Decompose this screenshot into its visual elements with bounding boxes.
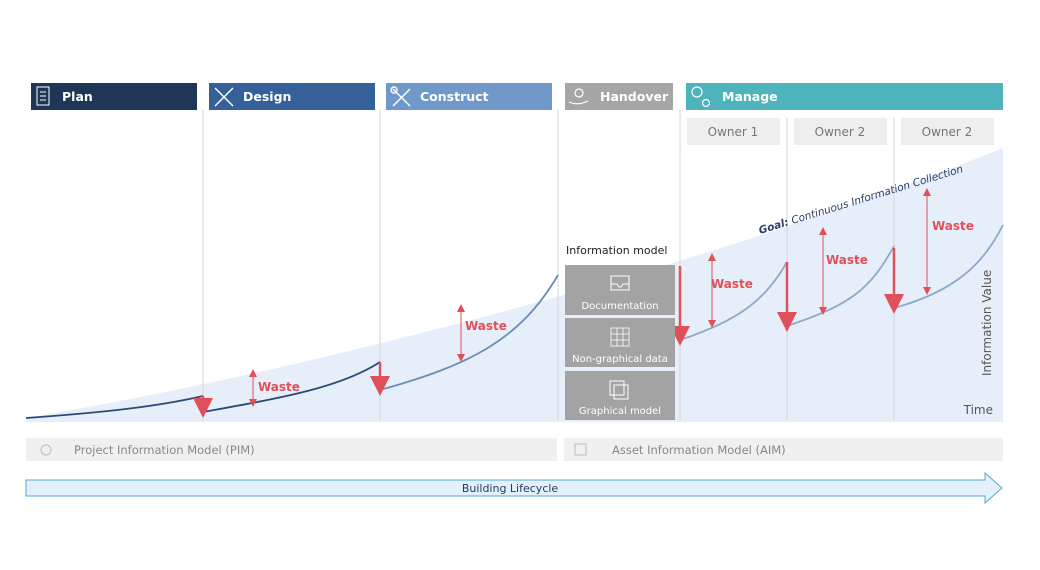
owner-label: Owner 2 <box>815 125 866 139</box>
phase-label: Construct <box>420 89 489 104</box>
goal-area <box>26 148 1003 422</box>
phase-label: Plan <box>62 89 93 104</box>
owner-label: Owner 1 <box>708 125 759 139</box>
building-lifecycle-arrow: Building Lifecycle <box>25 471 1003 505</box>
waste-label: Waste <box>826 253 868 267</box>
phase-plan: Plan <box>31 83 197 110</box>
aim-bar: Asset Information Model (AIM) <box>564 438 1003 461</box>
lifecycle-label: Building Lifecycle <box>462 482 559 495</box>
phase-handover: Handover <box>565 83 673 110</box>
waste-label: Waste <box>711 277 753 291</box>
owner-label: Owner 2 <box>922 125 973 139</box>
info-model-non-graphical: Non-graphical data <box>565 318 675 367</box>
info-model-documentation: Documentation <box>565 265 675 315</box>
phase-design: Design <box>209 83 375 110</box>
waste-label: Waste <box>258 380 300 394</box>
phase-label: Manage <box>722 89 778 104</box>
info-model-graphical: Graphical model <box>565 371 675 420</box>
y-axis-label: Information Value <box>980 270 994 376</box>
owner-3: Owner 2 <box>901 118 994 145</box>
info-model-label: Graphical model <box>579 406 661 417</box>
waste-label: Waste <box>932 219 974 233</box>
bim-lifecycle-diagram: Plan Design Construct Handover Manage Ow… <box>0 0 1040 570</box>
phase-label: Handover <box>600 89 669 104</box>
owner-2: Owner 2 <box>794 118 887 145</box>
owner-1: Owner 1 <box>687 118 780 145</box>
pim-label: Project Information Model (PIM) <box>74 443 255 457</box>
pim-bar: Project Information Model (PIM) <box>26 438 557 461</box>
aim-label: Asset Information Model (AIM) <box>612 443 786 457</box>
info-model-label: Documentation <box>581 301 658 312</box>
x-axis-label: Time <box>963 403 993 417</box>
diagram-canvas: Plan Design Construct Handover Manage Ow… <box>25 83 1004 505</box>
phase-construct: Construct <box>386 83 552 110</box>
information-model-title: Information model <box>566 244 667 257</box>
info-model-label: Non-graphical data <box>572 354 668 365</box>
waste-label: Waste <box>465 319 507 333</box>
phase-manage: Manage <box>686 83 1003 110</box>
phase-label: Design <box>243 89 291 104</box>
